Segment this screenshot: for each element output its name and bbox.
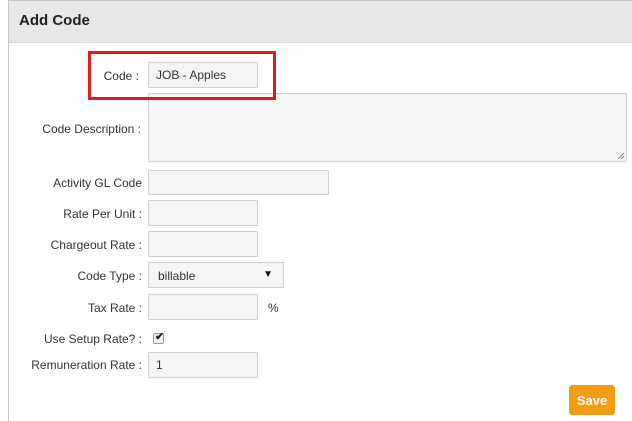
chargeout-rate-input[interactable] xyxy=(148,231,258,257)
code-description-textarea[interactable] xyxy=(148,93,627,162)
chargeout-rate-label: Chargeout Rate : xyxy=(50,238,142,252)
tax-rate-percent-suffix: % xyxy=(268,301,279,315)
resize-grip-icon[interactable] xyxy=(617,152,625,160)
rate-per-unit-input[interactable] xyxy=(148,200,258,226)
remuneration-rate-input[interactable] xyxy=(148,352,258,378)
code-type-select[interactable]: billable ▼ xyxy=(148,262,284,288)
remuneration-rate-label: Remuneration Rate : xyxy=(31,358,142,372)
save-button[interactable]: Save xyxy=(569,385,615,415)
code-field-highlight-annotation xyxy=(88,51,276,100)
code-type-selected-value: billable xyxy=(158,269,196,283)
activity-gl-code-label: Activity GL Code xyxy=(53,176,142,190)
tax-rate-input[interactable] xyxy=(148,294,258,320)
activity-gl-code-input[interactable] xyxy=(148,170,329,195)
code-type-label: Code Type : xyxy=(77,269,143,283)
use-setup-rate-checkbox[interactable]: ✔ xyxy=(153,331,165,344)
panel-title: Add Code xyxy=(19,12,90,29)
code-description-label: Code Description : xyxy=(42,122,141,136)
caret-down-icon: ▼ xyxy=(263,269,273,280)
checkmark-icon: ✔ xyxy=(155,331,165,343)
panel-header: Add Code xyxy=(9,1,632,43)
rate-per-unit-label: Rate Per Unit : xyxy=(63,207,142,221)
use-setup-rate-label: Use Setup Rate? : xyxy=(43,332,142,346)
tax-rate-label: Tax Rate : xyxy=(87,301,142,315)
